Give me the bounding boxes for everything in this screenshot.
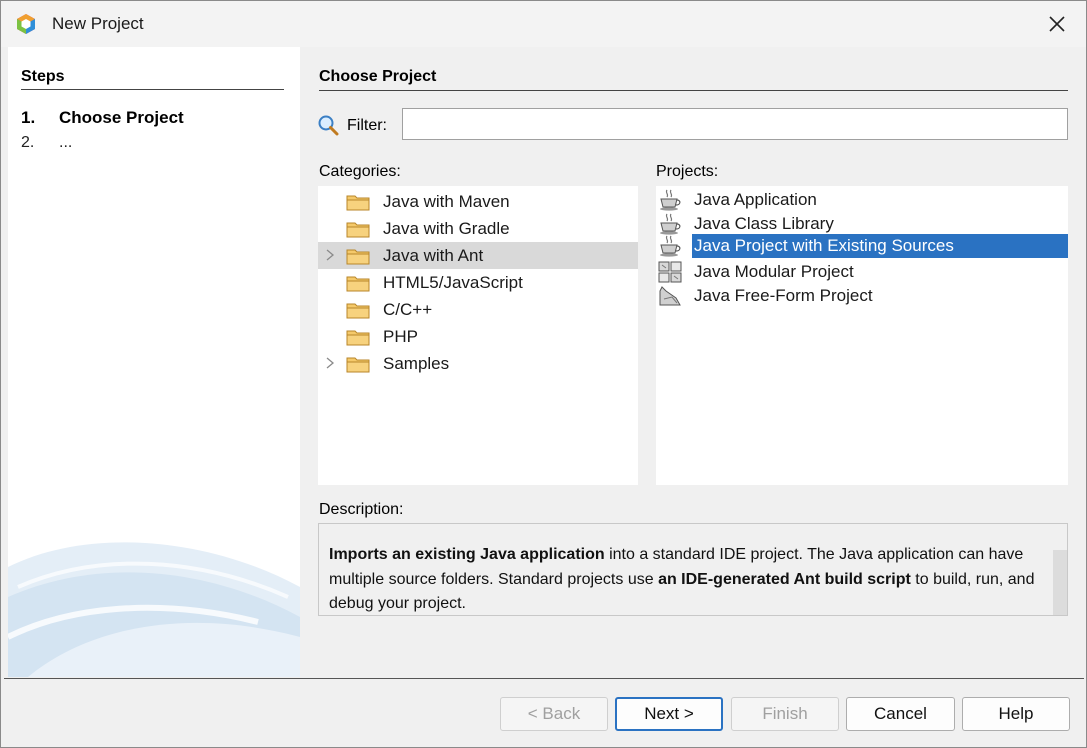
description-bold-2: an IDE-generated Ant build script (658, 570, 911, 588)
decorative-swoosh-graphic (8, 542, 300, 677)
description-text: Imports an existing Java application int… (329, 543, 1039, 617)
project-java-free-form[interactable]: Java Free-Form Project (656, 284, 1068, 308)
category-html5-javascript[interactable]: HTML5/JavaScript (318, 269, 638, 296)
help-button[interactable]: Help (962, 697, 1070, 731)
description-scrollbar[interactable] (1053, 550, 1067, 615)
close-button[interactable] (1028, 1, 1086, 47)
category-label: Samples (383, 354, 450, 373)
description-label: Description: (319, 501, 404, 518)
step-label: Choose Project (59, 108, 184, 127)
folder-icon (346, 303, 370, 319)
folder-icon (346, 249, 370, 265)
coffee-cup-icon (660, 235, 681, 257)
step-label: ... (59, 134, 73, 151)
category-c-cpp[interactable]: C/C++ (318, 296, 638, 323)
categories-label: Categories: (319, 163, 401, 180)
next-button[interactable]: Next > (615, 697, 723, 731)
category-java-with-gradle[interactable]: Java with Gradle (318, 215, 638, 242)
projects-label: Projects: (656, 163, 719, 180)
category-label: C/C++ (383, 300, 433, 319)
project-label: Java Project with Existing Sources (692, 234, 1068, 258)
category-label: Java with Maven (383, 192, 510, 211)
folder-icon (346, 330, 370, 346)
back-button[interactable]: < Back (500, 697, 608, 731)
category-java-with-maven[interactable]: Java with Maven (318, 188, 638, 215)
chevron-right-icon[interactable] (324, 248, 336, 262)
search-icon (318, 115, 339, 136)
project-java-existing-sources[interactable]: Java Project with Existing Sources (656, 234, 1068, 258)
new-project-dialog: New Project Steps 1. Choose Project 2....… (0, 0, 1087, 748)
projects-list[interactable]: Java Application Java Class Library Java… (656, 186, 1068, 485)
steps-divider (21, 89, 284, 90)
folder-icon (346, 222, 370, 238)
folder-icon (346, 276, 370, 292)
steps-heading: Steps (21, 68, 65, 85)
chevron-right-icon[interactable] (324, 356, 336, 370)
page-title: Choose Project (319, 68, 437, 85)
footer-divider (4, 678, 1084, 679)
category-label: Java with Gradle (383, 219, 510, 238)
category-label: PHP (383, 327, 418, 346)
title-bar[interactable]: New Project (1, 1, 1086, 47)
category-php[interactable]: PHP (318, 323, 638, 350)
filter-input[interactable] (402, 108, 1068, 140)
project-label: Java Application (694, 190, 817, 209)
coffee-cup-icon (660, 213, 681, 235)
project-java-modular[interactable]: Java Modular Project (656, 260, 1068, 284)
netbeans-logo-icon (17, 14, 35, 34)
description-bold-1: Imports an existing Java application (329, 546, 605, 563)
description-box: Imports an existing Java application int… (318, 523, 1068, 616)
categories-list[interactable]: Java with Maven Java with Gradle Java wi… (318, 186, 638, 485)
folder-icon (346, 357, 370, 373)
category-label: Java with Ant (383, 246, 484, 265)
heading-divider (319, 90, 1068, 91)
step-number: 2. (21, 134, 35, 151)
cancel-button[interactable]: Cancel (846, 697, 955, 731)
project-java-class-library[interactable]: Java Class Library (656, 212, 1068, 236)
project-label: Java Modular Project (694, 262, 854, 281)
project-label: Java Free-Form Project (694, 286, 873, 305)
category-label: HTML5/JavaScript (383, 273, 523, 292)
category-java-with-ant[interactable]: Java with Ant (318, 242, 638, 269)
step-number: 1. (21, 108, 36, 127)
filter-label: Filter: (347, 117, 387, 134)
project-java-application[interactable]: Java Application (656, 188, 1068, 212)
close-icon (1049, 16, 1065, 32)
window-title: New Project (52, 14, 144, 33)
step-1: 1. Choose Project (21, 108, 184, 128)
folder-icon (346, 195, 370, 211)
modules-icon (658, 261, 682, 283)
step-2: 2.... (21, 134, 72, 152)
finish-button[interactable]: Finish (731, 697, 839, 731)
coffee-cup-icon (660, 189, 681, 211)
free-form-icon (659, 286, 681, 306)
category-samples[interactable]: Samples (318, 350, 638, 377)
steps-panel: Steps 1. Choose Project 2.... (8, 47, 300, 677)
